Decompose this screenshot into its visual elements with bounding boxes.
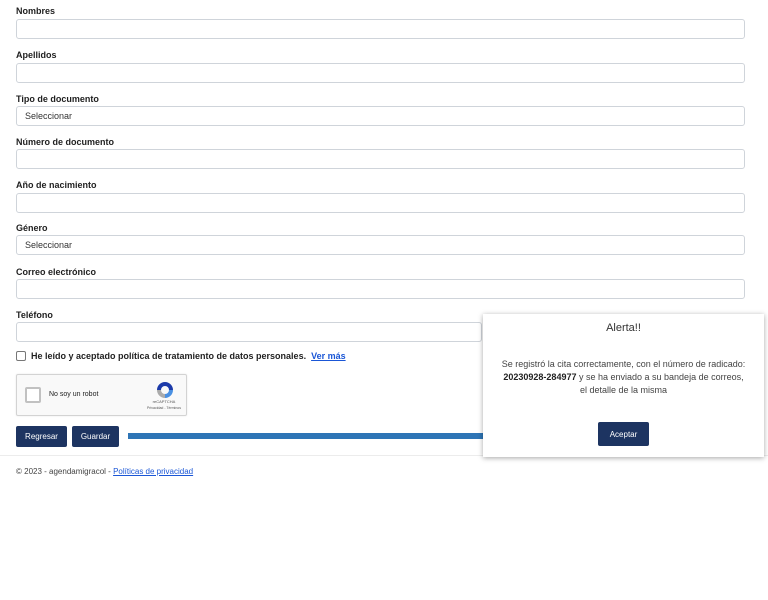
consent-text: He leído y aceptado política de tratamie… [31, 351, 307, 361]
recaptcha-checkbox[interactable] [25, 387, 41, 403]
numero-documento-input[interactable] [16, 149, 745, 169]
telefono-label: Teléfono [16, 310, 53, 320]
numero-documento-label: Número de documento [16, 137, 115, 147]
radicado-number: 20230928-284977 [503, 372, 577, 382]
recaptcha-brand: reCAPTCHA [152, 399, 176, 404]
recaptcha-logo-icon [157, 382, 173, 398]
ver-mas-link[interactable]: Ver más [311, 351, 346, 361]
correo-input[interactable] [16, 279, 745, 299]
apellidos-input[interactable] [16, 63, 745, 83]
regresar-button[interactable]: Regresar [16, 426, 67, 447]
footer: © 2023 - agendamigracol - Políticas de p… [16, 467, 193, 476]
nombres-label: Nombres [16, 6, 56, 16]
modal-message-end: y se ha enviado a su bandeja de correos,… [578, 372, 744, 395]
modal-title: Alerta!! [606, 322, 641, 334]
footer-copyright: © 2023 - agendamigracol - [16, 467, 111, 476]
genero-select[interactable]: Seleccionar [16, 235, 745, 255]
modal-message: Se registró la cita correctamente, con e… [499, 358, 748, 397]
recaptcha-widget: No soy un robot reCAPTCHA Privacidad - T… [16, 374, 187, 416]
aceptar-button[interactable]: Aceptar [598, 422, 649, 446]
consent-row: He leído y aceptado política de tratamie… [16, 351, 346, 361]
ano-nacimiento-label: Año de nacimiento [16, 180, 97, 190]
apellidos-label: Apellidos [16, 50, 57, 60]
modal-message-start: Se registró la cita correctamente, con e… [501, 359, 746, 369]
tipo-documento-select[interactable]: Seleccionar [16, 106, 745, 126]
ano-nacimiento-input[interactable] [16, 193, 745, 213]
guardar-button[interactable]: Guardar [72, 426, 119, 447]
correo-label: Correo electrónico [16, 267, 97, 277]
privacy-policy-link[interactable]: Políticas de privacidad [113, 467, 193, 476]
tipo-documento-label: Tipo de documento [16, 94, 99, 104]
recaptcha-label: No soy un robot [49, 391, 99, 398]
arrow-right-icon [128, 426, 513, 446]
alert-modal: Alerta!! Se registró la cita correctamen… [483, 314, 764, 457]
genero-label: Género [16, 223, 48, 233]
consent-checkbox[interactable] [16, 351, 26, 361]
recaptcha-terms: Privacidad - Términos [147, 406, 181, 410]
nombres-input[interactable] [16, 19, 745, 39]
telefono-input[interactable] [16, 322, 482, 342]
